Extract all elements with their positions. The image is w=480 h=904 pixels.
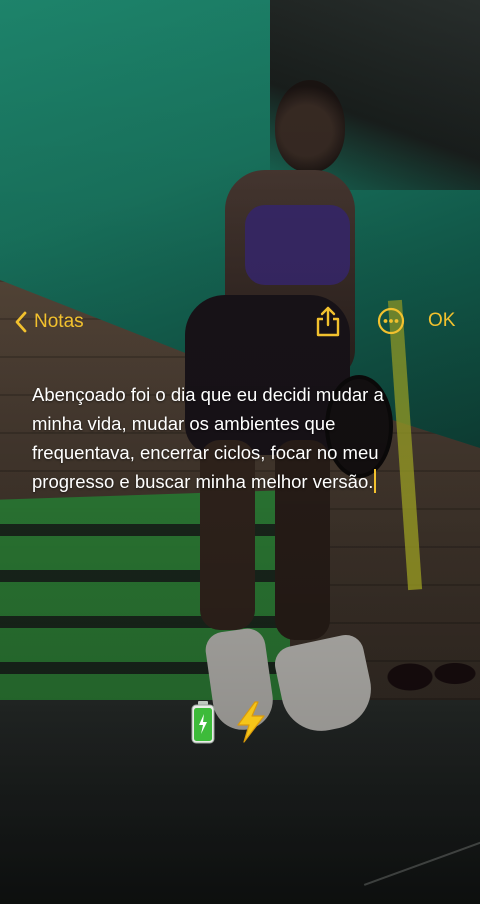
chevron-left-icon	[14, 310, 28, 334]
back-button[interactable]: Notas	[14, 308, 84, 336]
share-icon[interactable]	[313, 305, 343, 337]
back-label: Notas	[34, 311, 84, 332]
text-cursor	[374, 469, 377, 493]
lightning-icon	[234, 700, 268, 744]
notes-nav-bar: Notas OK	[0, 300, 480, 344]
note-text-editor[interactable]: Abençoado foi o dia que eu decidi mudar …	[32, 380, 432, 496]
ellipsis-circle-icon[interactable]	[377, 307, 405, 335]
emoji-row	[190, 700, 268, 744]
note-text: Abençoado foi o dia que eu decidi mudar …	[32, 384, 384, 492]
battery-full-icon	[190, 700, 216, 744]
done-button[interactable]: OK	[428, 310, 455, 332]
